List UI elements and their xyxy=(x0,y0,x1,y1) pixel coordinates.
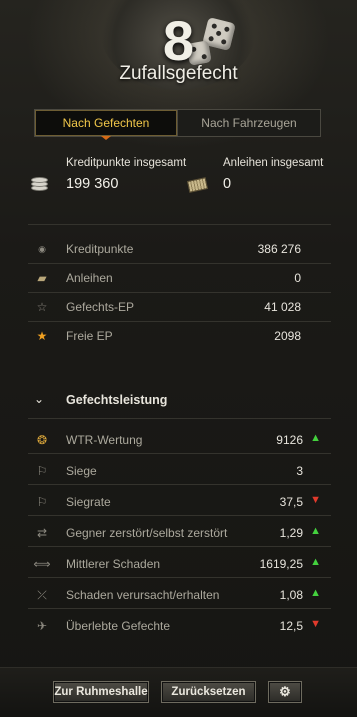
currency-row-credits: ◉ Kreditpunkte 386 276 xyxy=(28,237,331,261)
view-tabs: Nach Gefechten Nach Fahrzeugen xyxy=(34,109,321,140)
session-stats-window: 8 Zufallsgefecht Nach Gefechten Nach Fah… xyxy=(0,0,357,717)
hall-of-fame-button[interactable]: Zur Ruhmeshalle xyxy=(53,681,149,703)
credits-total-label: Kreditpunkte insgesamt xyxy=(66,157,187,169)
stat-label: Schaden verursacht/erhalten xyxy=(66,588,220,602)
stat-row-wtr: ❂ WTR-Wertung 9126 ▲ xyxy=(28,428,331,452)
credits-icon: ◉ xyxy=(38,243,46,254)
stat-label: Gegner zerstört/selbst zerstört xyxy=(66,526,228,540)
credits-total-value: 199 360 xyxy=(66,176,119,192)
divider xyxy=(28,577,331,578)
tab-by-vehicles[interactable]: Nach Fahrzeugen xyxy=(177,110,320,136)
stat-value: 12,5 xyxy=(279,619,303,633)
stat-row-damage-ratio: ⤫ Schaden verursacht/erhalten 1,08 ▲ xyxy=(28,583,331,607)
battle-mode-title: Zufallsgefecht xyxy=(119,63,238,84)
divider xyxy=(28,546,331,547)
tab-by-battles[interactable]: Nach Gefechten xyxy=(35,110,177,140)
currency-row-bonds: ▰ Anleihen 0 xyxy=(28,266,331,290)
star-gold-icon: ★ xyxy=(36,329,48,343)
performance-section-title[interactable]: Gefechtsleistung xyxy=(66,393,167,407)
stat-value: 1,29 xyxy=(279,526,303,540)
currency-value: 0 xyxy=(294,271,301,285)
stat-row-survived: ✈ Überlebte Gefechte 12,5 ▼ xyxy=(28,614,331,638)
stat-label: Mittlerer Schaden xyxy=(66,557,161,571)
star-outline-icon: ☆ xyxy=(36,300,48,314)
currency-value: 2098 xyxy=(274,329,301,343)
stat-label: Überlebte Gefechte xyxy=(66,619,171,633)
reset-button[interactable]: Zurücksetzen xyxy=(161,681,256,703)
flag-icon: ⚐ xyxy=(36,464,48,478)
divider xyxy=(28,453,331,454)
trend-down-icon: ▼ xyxy=(310,494,321,506)
divider xyxy=(28,224,331,225)
trend-up-icon: ▲ xyxy=(310,556,321,568)
divider xyxy=(28,292,331,293)
currency-label: Kreditpunkte xyxy=(66,242,134,256)
currency-row-battle-xp: ☆ Gefechts-EP 41 028 xyxy=(28,295,331,319)
stat-value: 3 xyxy=(296,464,303,478)
currency-value: 386 276 xyxy=(257,242,301,256)
stat-row-winrate: ⚐ Siegrate 37,5 ▼ xyxy=(28,490,331,514)
stat-row-avg-damage: ⟺ Mittlerer Schaden 1619,25 ▲ xyxy=(28,552,331,576)
currency-row-free-xp: ★ Freie EP 2098 xyxy=(28,324,331,348)
currency-value: 41 028 xyxy=(264,300,301,314)
gear-icon: ⚙ xyxy=(279,684,291,699)
settings-button[interactable]: ⚙ xyxy=(268,681,302,703)
chevron-down-icon[interactable]: ⌄ xyxy=(34,392,44,406)
bonds-icon: ▰ xyxy=(37,271,47,285)
divider xyxy=(28,484,331,485)
bonds-icon xyxy=(186,177,209,193)
trend-up-icon: ▲ xyxy=(310,525,321,537)
flag-percent-icon: ⚐ xyxy=(36,495,48,509)
trend-down-icon: ▼ xyxy=(310,618,321,630)
stat-row-destroyed-ratio: ⇄ Gegner zerstört/selbst zerstört 1,29 ▲ xyxy=(28,521,331,545)
divider xyxy=(28,608,331,609)
trend-up-icon: ▲ xyxy=(310,587,321,599)
stat-label: Siegrate xyxy=(66,495,111,509)
divider xyxy=(28,515,331,516)
stat-value: 1619,25 xyxy=(259,557,303,571)
trend-up-icon: ▲ xyxy=(310,432,321,444)
divider xyxy=(28,418,331,419)
currency-label: Freie EP xyxy=(66,329,113,343)
divider xyxy=(28,263,331,264)
damage-ratio-icon: ⤫ xyxy=(37,587,47,602)
damage-icon: ⟺ xyxy=(33,557,51,571)
divider xyxy=(28,321,331,322)
survival-icon: ✈ xyxy=(36,619,48,633)
bonds-total-value: 0 xyxy=(223,176,232,192)
stat-label: Siege xyxy=(66,464,97,478)
destroyed-ratio-icon: ⇄ xyxy=(36,526,48,540)
stat-row-wins: ⚐ Siege 3 xyxy=(28,459,331,483)
stat-label: WTR-Wertung xyxy=(66,433,143,447)
credits-icon xyxy=(31,177,48,191)
stat-value: 1,08 xyxy=(279,588,303,602)
currency-label: Gefechts-EP xyxy=(66,300,135,314)
wtr-rating-icon: ❂ xyxy=(36,433,48,447)
stat-value: 37,5 xyxy=(279,495,303,509)
bonds-total-label: Anleihen insgesamt xyxy=(223,157,324,169)
currency-label: Anleihen xyxy=(66,271,113,285)
stat-value: 9126 xyxy=(276,433,303,447)
